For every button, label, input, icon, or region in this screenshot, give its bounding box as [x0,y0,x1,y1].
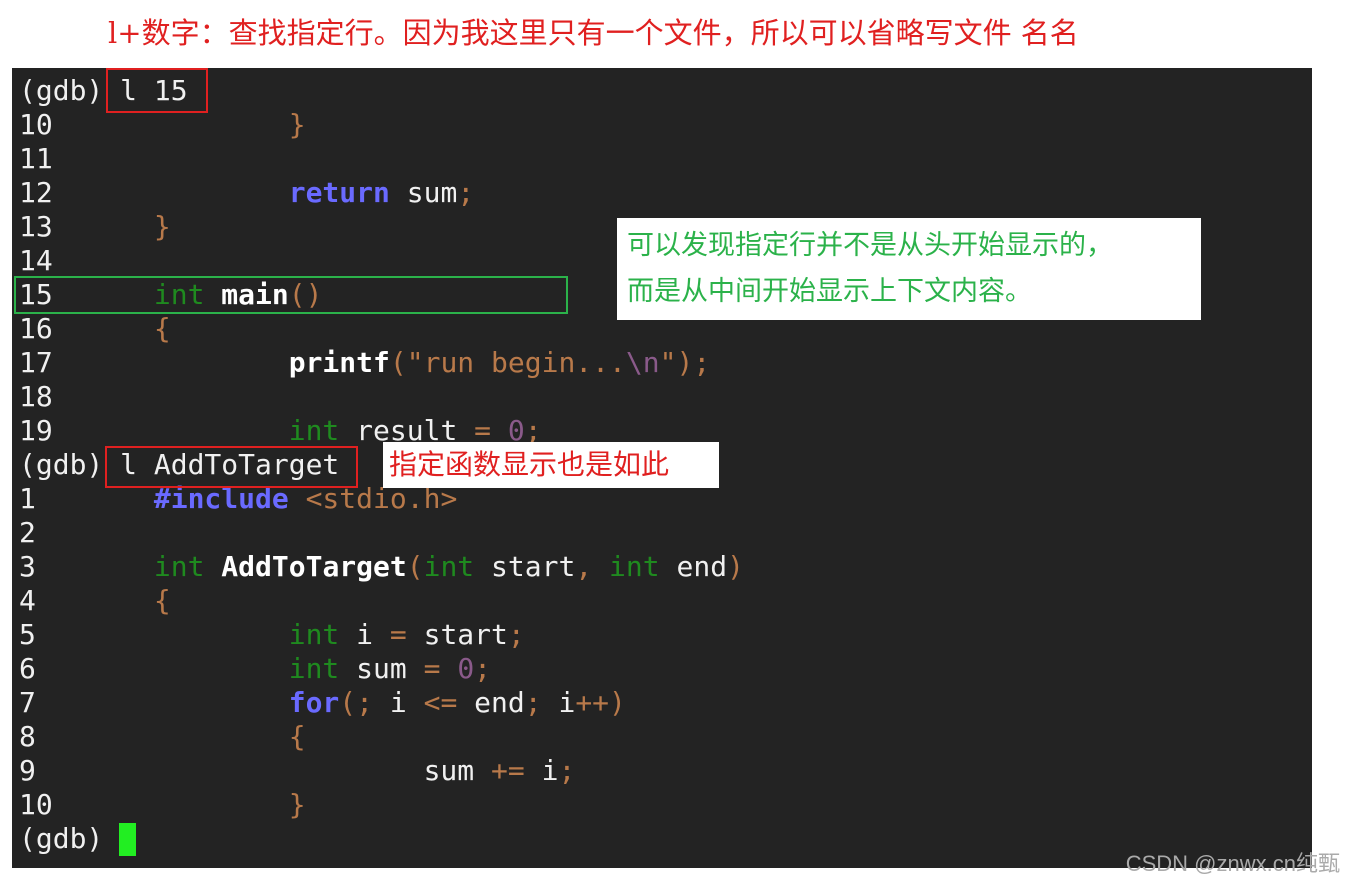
terminal-line: 18 [19,380,53,414]
terminal-line: (gdb) [19,822,120,856]
code-token: 18 [19,380,53,413]
red-annotation: 指定函数显示也是如此 [383,442,719,488]
code-token: { [288,720,306,753]
code-token: ; [524,686,542,719]
code-token: end [659,550,728,583]
highlight-l-addtotarget-command [105,446,358,488]
code-token: int [153,550,205,583]
code-token: } [288,788,306,821]
terminal-line: 8 { [19,720,306,754]
watermark: CSDN @znwx.cn纯甄 [1125,851,1340,876]
code-token: 9 [19,754,424,787]
code-token: } [153,210,171,243]
code-token: AddToTarget [221,550,407,583]
code-token: ++ [575,686,610,719]
code-token: 11 [19,142,53,175]
code-token: 0 [457,652,475,685]
terminal-line: 3 int AddToTarget(int start, int end) [19,550,744,584]
code-token: ( [406,550,424,583]
code-token: return [288,176,390,209]
code-token: 2 [19,516,36,549]
code-token: i [373,686,424,719]
code-token: 10 [19,788,289,821]
code-token: ( [389,346,407,379]
highlight-l15-command [106,68,208,113]
code-token: ; [457,176,475,209]
terminal-line: 10 } [19,108,306,142]
code-token: i [339,618,390,651]
code-token: { [153,584,171,617]
code-token: int [609,550,660,583]
code-token: sum [389,176,458,209]
green-annotation: 可以发现指定行并不是从头开始显示的， 而是从中间开始显示上下文内容。 [617,218,1201,320]
terminal-line: 13 } [19,210,171,244]
code-token: int [288,414,340,447]
terminal-line: 2 [19,516,36,550]
code-token: ( [339,686,357,719]
code-token: int [288,652,340,685]
code-token: int [423,550,475,583]
terminal-line: 4 { [19,584,171,618]
code-token: end [457,686,525,719]
code-token: sum [339,652,424,685]
code-token: += [491,754,525,787]
code-token: , [575,550,593,583]
code-token: ; [356,686,374,719]
code-token: start [474,550,576,583]
code-token: ; [474,652,492,685]
terminal-line: 5 int i = start; [19,618,525,652]
code-token: 13 [19,210,154,243]
green-note-line2: 而是从中间开始显示上下文内容。 [627,276,1032,307]
annotation-heading: l+数字：查找指定行。因为我这里只有一个文件，所以可以省略写文件 名名 [108,16,1079,50]
code-token: sum [423,754,492,787]
terminal-line: 12 return sum; [19,176,474,210]
code-token: "run begin... [406,346,626,379]
code-token: ; [558,754,576,787]
code-token: ); [676,346,711,379]
code-token: = [389,618,407,651]
terminal-line: 7 for(; i <= end; i++) [19,686,626,720]
code-token: start [406,618,508,651]
code-token: 4 [19,584,154,617]
code-token: 19 [19,414,289,447]
green-note-line1: 可以发现指定行并不是从头开始显示的， [627,230,1113,261]
code-token: 17 [19,346,289,379]
code-token: (gdb) [19,822,121,855]
code-token: <= [423,686,458,719]
code-token: ) [727,550,744,583]
terminal-line: 6 int sum = 0; [19,652,491,686]
code-token: 8 [19,720,289,753]
code-token: 12 [19,176,289,209]
code-token: \n [625,346,660,379]
highlight-line-15 [14,276,568,314]
code-token: 16 [19,312,154,345]
code-token: = [423,652,441,685]
code-token: { [153,312,171,345]
code-token: ) [609,686,626,719]
code-token: i [524,754,559,787]
code-token: 5 [19,618,289,651]
code-token: int [288,618,340,651]
terminal-line: 16 { [19,312,171,346]
code-token: printf [288,346,390,379]
terminal-line: 9 sum += i; [19,754,575,788]
code-token: i [541,686,576,719]
terminal-line: 17 printf("run begin...\n"); [19,346,710,380]
code-token: 7 [19,686,289,719]
terminal-line: 11 [19,142,53,176]
code-token: 6 [19,652,289,685]
terminal-cursor [119,823,136,856]
terminal-line: 14 [19,244,53,278]
code-token: 14 [19,244,53,277]
code-token: " [659,346,677,379]
code-token: 3 [19,550,154,583]
terminal-line: 10 } [19,788,306,822]
code-token: for [288,686,340,719]
code-token: ; [507,618,525,651]
